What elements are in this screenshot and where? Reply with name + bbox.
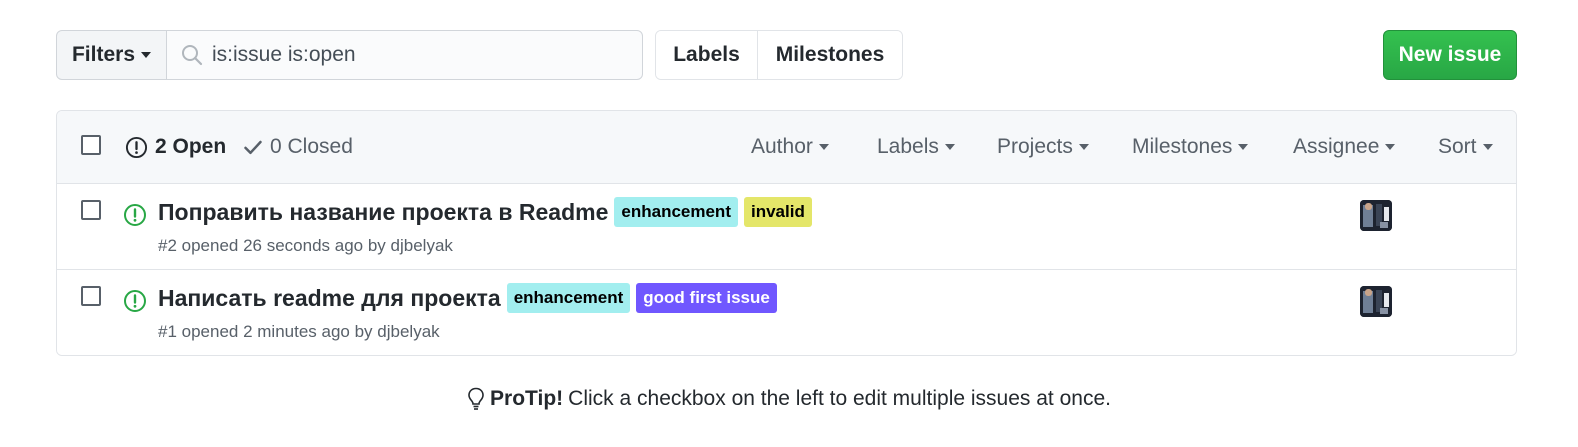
chevron-down-icon xyxy=(818,144,829,150)
assignee-filter-label: Assignee xyxy=(1293,135,1380,158)
label-good-first-issue[interactable]: good first issue xyxy=(636,283,777,313)
search-icon xyxy=(182,45,203,66)
issue-row: Написать readme для проекта enhancement … xyxy=(57,270,1516,355)
search-box[interactable] xyxy=(166,30,643,80)
sort-filter-label: Sort xyxy=(1438,135,1477,158)
projects-filter-label: Projects xyxy=(997,135,1073,158)
closed-issues-tab[interactable]: 0 Closed xyxy=(243,135,353,159)
chevron-down-icon xyxy=(141,52,152,58)
avatar-image xyxy=(1360,200,1392,231)
issue-title-line: Поправить название проекта в Readme enha… xyxy=(158,197,812,227)
chevron-down-icon xyxy=(944,144,955,150)
issue-row: Поправить название проекта в Readme enha… xyxy=(57,184,1516,270)
filters-label: Filters xyxy=(71,43,136,66)
labels-milestones-nav: Labels Milestones xyxy=(655,30,903,80)
open-issues-tab[interactable]: 2 Open xyxy=(125,135,226,159)
light-bulb-icon xyxy=(468,387,484,410)
check-icon xyxy=(244,140,262,155)
assignee-avatar[interactable] xyxy=(1360,200,1392,231)
sort-filter[interactable]: Sort xyxy=(1438,135,1493,159)
protip: ProTip! Click a checkbox on the left to … xyxy=(0,387,1578,411)
closed-count: 0 Closed xyxy=(270,135,353,158)
milestones-filter[interactable]: Milestones xyxy=(1132,135,1249,159)
author-filter[interactable]: Author xyxy=(751,135,829,159)
issue-title-link[interactable]: Написать readme для проекта xyxy=(158,285,501,312)
milestones-link[interactable]: Milestones xyxy=(758,31,902,79)
open-count: 2 Open xyxy=(155,135,227,158)
label-enhancement[interactable]: enhancement xyxy=(506,283,631,313)
author-filter-label: Author xyxy=(751,135,813,158)
assignee-filter[interactable]: Assignee xyxy=(1293,135,1396,159)
chevron-down-icon xyxy=(1078,144,1089,150)
chevron-down-icon xyxy=(1238,144,1249,150)
protip-heading: ProTip! xyxy=(490,387,564,410)
labels-filter-label: Labels xyxy=(877,135,939,158)
chevron-down-icon xyxy=(1482,144,1493,150)
issues-list: 2 Open 0 Closed Author Labels Projects M… xyxy=(56,110,1517,356)
issue-opened-icon xyxy=(124,204,146,226)
issue-meta: #1 opened 2 minutes ago by djbelyak xyxy=(158,322,440,341)
issue-checkbox[interactable] xyxy=(81,286,101,306)
labels-filter[interactable]: Labels xyxy=(877,135,955,159)
label-enhancement[interactable]: enhancement xyxy=(614,197,738,227)
labels-link[interactable]: Labels xyxy=(656,31,758,79)
issues-list-header: 2 Open 0 Closed Author Labels Projects M… xyxy=(57,111,1516,184)
new-issue-button[interactable]: New issue xyxy=(1383,30,1517,80)
protip-text: Click a checkbox on the left to edit mul… xyxy=(568,387,1111,410)
chevron-down-icon xyxy=(1385,144,1396,150)
issue-checkbox[interactable] xyxy=(81,200,101,220)
issue-opened-icon xyxy=(125,136,148,158)
avatar-image xyxy=(1360,286,1392,317)
issue-meta: #2 opened 26 seconds ago by djbelyak xyxy=(158,236,453,255)
search-input[interactable] xyxy=(167,31,642,79)
select-all-checkbox[interactable] xyxy=(81,135,101,155)
projects-filter[interactable]: Projects xyxy=(997,135,1089,159)
issue-title-link[interactable]: Поправить название проекта в Readme xyxy=(158,199,608,226)
issue-title-line: Написать readme для проекта enhancement … xyxy=(158,283,777,313)
milestones-filter-label: Milestones xyxy=(1132,135,1233,158)
issue-opened-icon xyxy=(124,290,146,312)
assignee-avatar[interactable] xyxy=(1360,286,1392,317)
label-invalid[interactable]: invalid xyxy=(743,197,812,227)
filters-button[interactable]: Filters xyxy=(56,30,167,80)
